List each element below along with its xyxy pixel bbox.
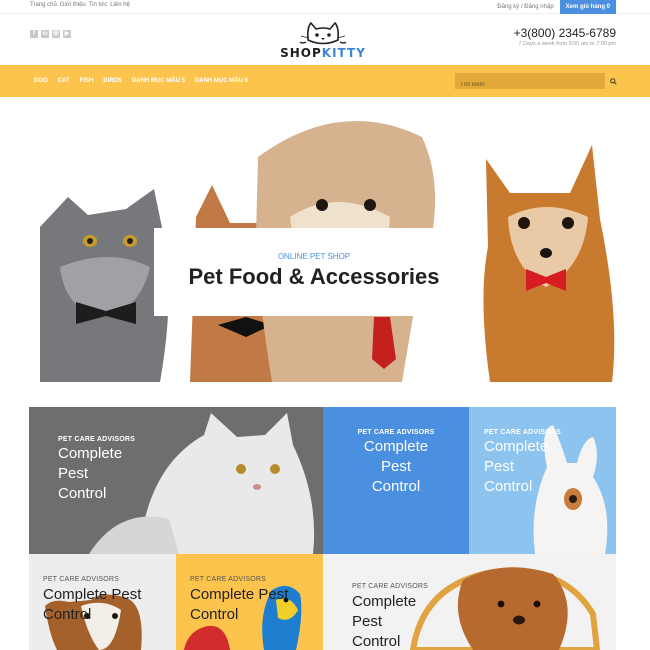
- menu-item-birds[interactable]: BIRDS: [103, 78, 122, 84]
- tile-title-line: Complete: [363, 438, 429, 455]
- hero-banner: ONLINE PET SHOP Pet Food & Accessories: [40, 97, 630, 382]
- cat-logo-icon: [299, 21, 347, 45]
- tile-title: Complete Pest Control: [484, 437, 548, 497]
- logo-text: SHOPKITTY: [253, 46, 393, 60]
- tile-title: Complete Pest Control: [58, 444, 122, 504]
- tile-title-line: Complete: [484, 438, 549, 455]
- promo-tile[interactable]: PET CARE ADVISORS Complete Pest Control: [176, 554, 323, 650]
- tile-title-line: Control: [371, 478, 421, 495]
- linkedin-icon[interactable]: in: [41, 30, 49, 38]
- tile-title-line: Complete: [352, 593, 417, 610]
- youtube-icon[interactable]: ▶: [63, 30, 71, 38]
- logo-text-shop: SHOP: [280, 46, 322, 60]
- top-right: Đăng ký / Đăng nhập Xem giỏ hàng 0: [497, 0, 616, 14]
- tile-title-line: Control: [352, 633, 401, 650]
- top-nav-about[interactable]: Giới thiệu: [60, 2, 86, 8]
- auth-link[interactable]: Đăng ký / Đăng nhập: [497, 4, 553, 10]
- hero-card: ONLINE PET SHOP Pet Food & Accessories: [154, 228, 474, 316]
- promo-tile[interactable]: PET CARE ADVISORS Complete Pest Control: [323, 554, 616, 650]
- facebook-icon[interactable]: f: [30, 30, 38, 38]
- tile-title-line: Control: [190, 606, 239, 623]
- tile-kicker: PET CARE ADVISORS: [484, 429, 562, 436]
- search-box: [455, 73, 605, 93]
- tile-title: Complete Pest Control: [352, 592, 416, 650]
- tile-title: Complete Pest Control: [323, 437, 469, 497]
- phone-number[interactable]: +3(800) 2345-6789: [514, 26, 616, 40]
- search-input[interactable]: [455, 77, 605, 93]
- promo-tile[interactable]: PET CARE ADVISORS Complete Pest Control: [469, 407, 616, 554]
- tile-kicker: PET CARE ADVISORS: [357, 429, 435, 436]
- menu-item-cat[interactable]: CAT: [58, 78, 70, 84]
- promo-tile[interactable]: PET CARE ADVISORS Complete Pest Control: [323, 407, 469, 554]
- hero-subtitle: ONLINE PET SHOP: [277, 252, 351, 261]
- search-button[interactable]: [608, 73, 618, 89]
- top-nav: Trang chủ Giới thiệu Tin tức Liên hệ: [30, 2, 130, 8]
- header: f in ☏ ▶ SHOPKITTY +3(800) 2345-6789 7 D…: [0, 14, 650, 65]
- promo-tile[interactable]: PET CARE ADVISORS Complete Pest Control: [29, 554, 176, 650]
- tile-title-line: Control: [58, 485, 107, 502]
- tile-title-line: Pest: [352, 613, 383, 630]
- tile-title-line: Control: [484, 478, 533, 495]
- top-nav-news[interactable]: Tin tức: [89, 2, 107, 8]
- tile-title: Complete Pest Control: [43, 585, 141, 625]
- cart-button[interactable]: Xem giỏ hàng 0: [559, 0, 616, 14]
- logo-text-kitty: KITTY: [321, 46, 366, 60]
- opening-hours: 7 Days a week from 9:00 am to 7:00 pm: [518, 41, 616, 47]
- tile-title-line: Pest: [484, 458, 515, 475]
- tile-title-line: Control: [43, 606, 92, 623]
- whatsapp-icon[interactable]: ☏: [52, 30, 60, 38]
- tile-title-line: Complete: [58, 445, 123, 462]
- category-menu: DOG CAT FISH BIRDS DANH MỤC MẪU 5 DANH M…: [34, 65, 248, 97]
- menu-item-category-5[interactable]: DANH MỤC MẪU 5: [132, 78, 185, 84]
- tile-kicker: PET CARE ADVISORS: [352, 583, 429, 590]
- menu-item-fish[interactable]: FISH: [80, 78, 94, 84]
- tile-title-line: Complete Pest: [43, 586, 142, 603]
- menu-item-category-6[interactable]: DANH MỤC MẪU 6: [195, 78, 248, 84]
- search-icon: [609, 77, 617, 85]
- main-nav: DOG CAT FISH BIRDS DANH MỤC MẪU 5 DANH M…: [0, 65, 650, 97]
- menu-item-dog[interactable]: DOG: [34, 78, 48, 84]
- logo[interactable]: SHOPKITTY: [253, 20, 393, 60]
- tile-kicker: PET CARE ADVISORS: [43, 576, 120, 583]
- contact-info: +3(800) 2345-6789 7 Days a week from 9:0…: [514, 26, 616, 47]
- tile-kicker: PET CARE ADVISORS: [190, 576, 267, 583]
- promo-tile[interactable]: PET CARE ADVISORS Complete Pest Control: [29, 407, 323, 554]
- top-nav-contact[interactable]: Liên hệ: [110, 2, 130, 8]
- tile-kicker: PET CARE ADVISORS: [58, 436, 136, 443]
- top-nav-home[interactable]: Trang chủ: [30, 2, 57, 8]
- social-links: f in ☏ ▶: [30, 30, 71, 38]
- top-bar: Trang chủ Giới thiệu Tin tức Liên hệ Đăn…: [0, 0, 650, 14]
- tile-title-line: Pest: [58, 465, 89, 482]
- tile-title-line: Pest: [380, 458, 411, 475]
- tile-title: Complete Pest Control: [190, 585, 288, 625]
- hero-title: Pet Food & Accessories: [188, 264, 440, 289]
- tile-title-line: Complete Pest: [190, 586, 289, 603]
